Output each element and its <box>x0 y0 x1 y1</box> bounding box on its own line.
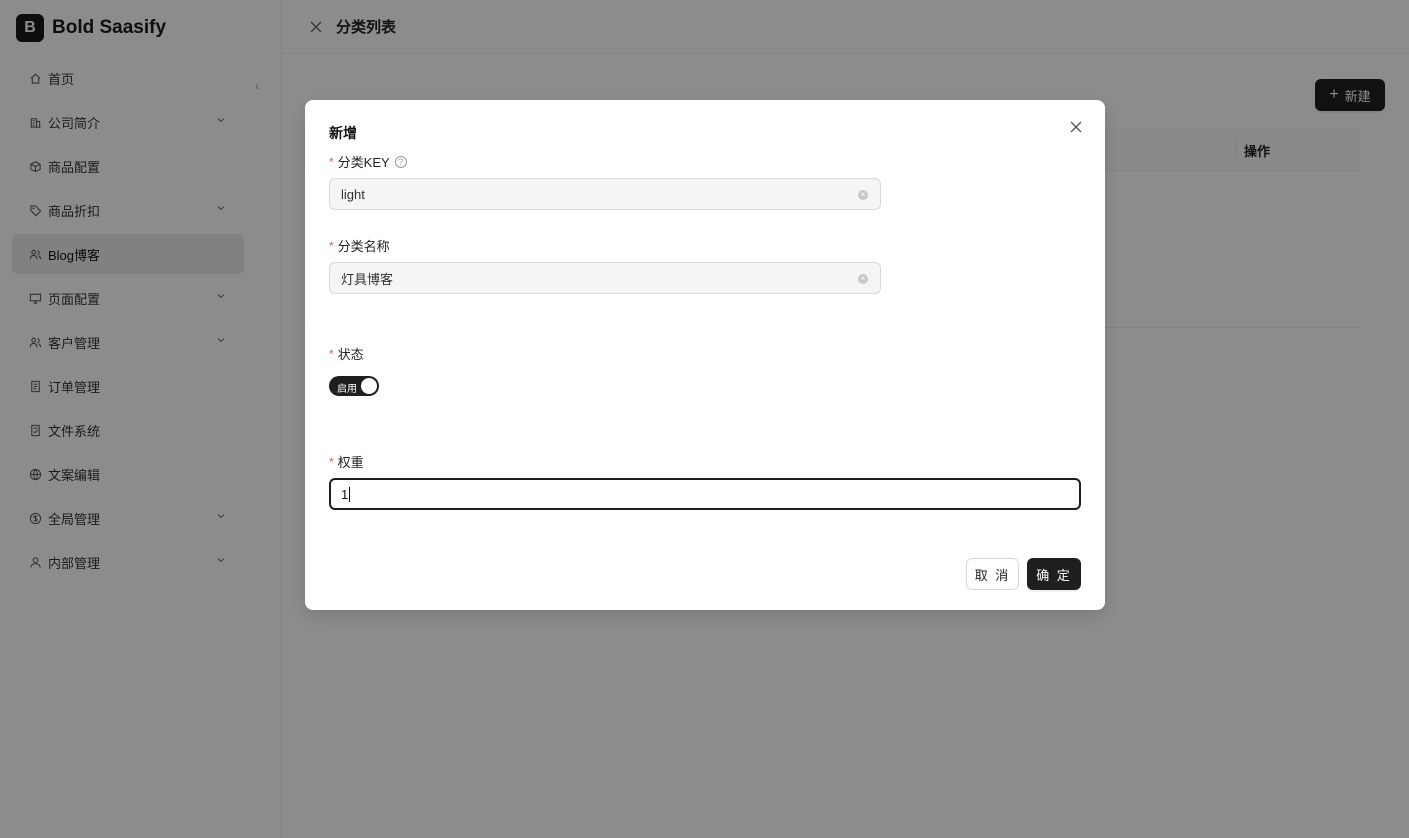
dialog-title: 新增 <box>329 125 357 141</box>
weight-field-label: * 权重 <box>329 452 364 471</box>
status-toggle-label: 启用 <box>337 384 357 395</box>
close-icon[interactable] <box>1068 119 1084 135</box>
name-field-label: * 分类名称 <box>329 236 390 255</box>
clear-icon[interactable]: × <box>858 190 868 200</box>
help-icon[interactable]: ? <box>394 155 407 168</box>
create-dialog: 新增 * 分类KEY ? light × * 分类名称 灯具博客 × * 状态 … <box>305 100 1105 610</box>
cancel-button[interactable]: 取 消 <box>966 558 1019 590</box>
key-label-text: 分类KEY <box>337 155 390 170</box>
key-input-value: light <box>341 186 365 202</box>
weight-label-text: 权重 <box>337 455 364 470</box>
status-toggle[interactable]: 启用 <box>329 376 379 396</box>
toggle-knob <box>361 378 377 394</box>
name-label-text: 分类名称 <box>337 239 390 254</box>
confirm-button[interactable]: 确 定 <box>1027 558 1081 590</box>
status-field-label: * 状态 <box>329 344 364 363</box>
key-field-label: * 分类KEY ? <box>329 152 407 171</box>
weight-input-value: 1 <box>341 486 349 502</box>
name-input-value: 灯具博客 <box>341 271 394 287</box>
name-input[interactable]: 灯具博客 × <box>329 262 881 294</box>
weight-input[interactable]: 1 <box>329 478 1081 510</box>
key-input[interactable]: light × <box>329 178 881 210</box>
status-label-text: 状态 <box>337 347 364 362</box>
required-mark: * <box>329 454 334 469</box>
required-mark: * <box>329 346 334 361</box>
text-caret <box>349 486 351 502</box>
clear-icon[interactable]: × <box>858 274 868 284</box>
required-mark: * <box>329 238 334 253</box>
required-mark: * <box>329 154 334 169</box>
